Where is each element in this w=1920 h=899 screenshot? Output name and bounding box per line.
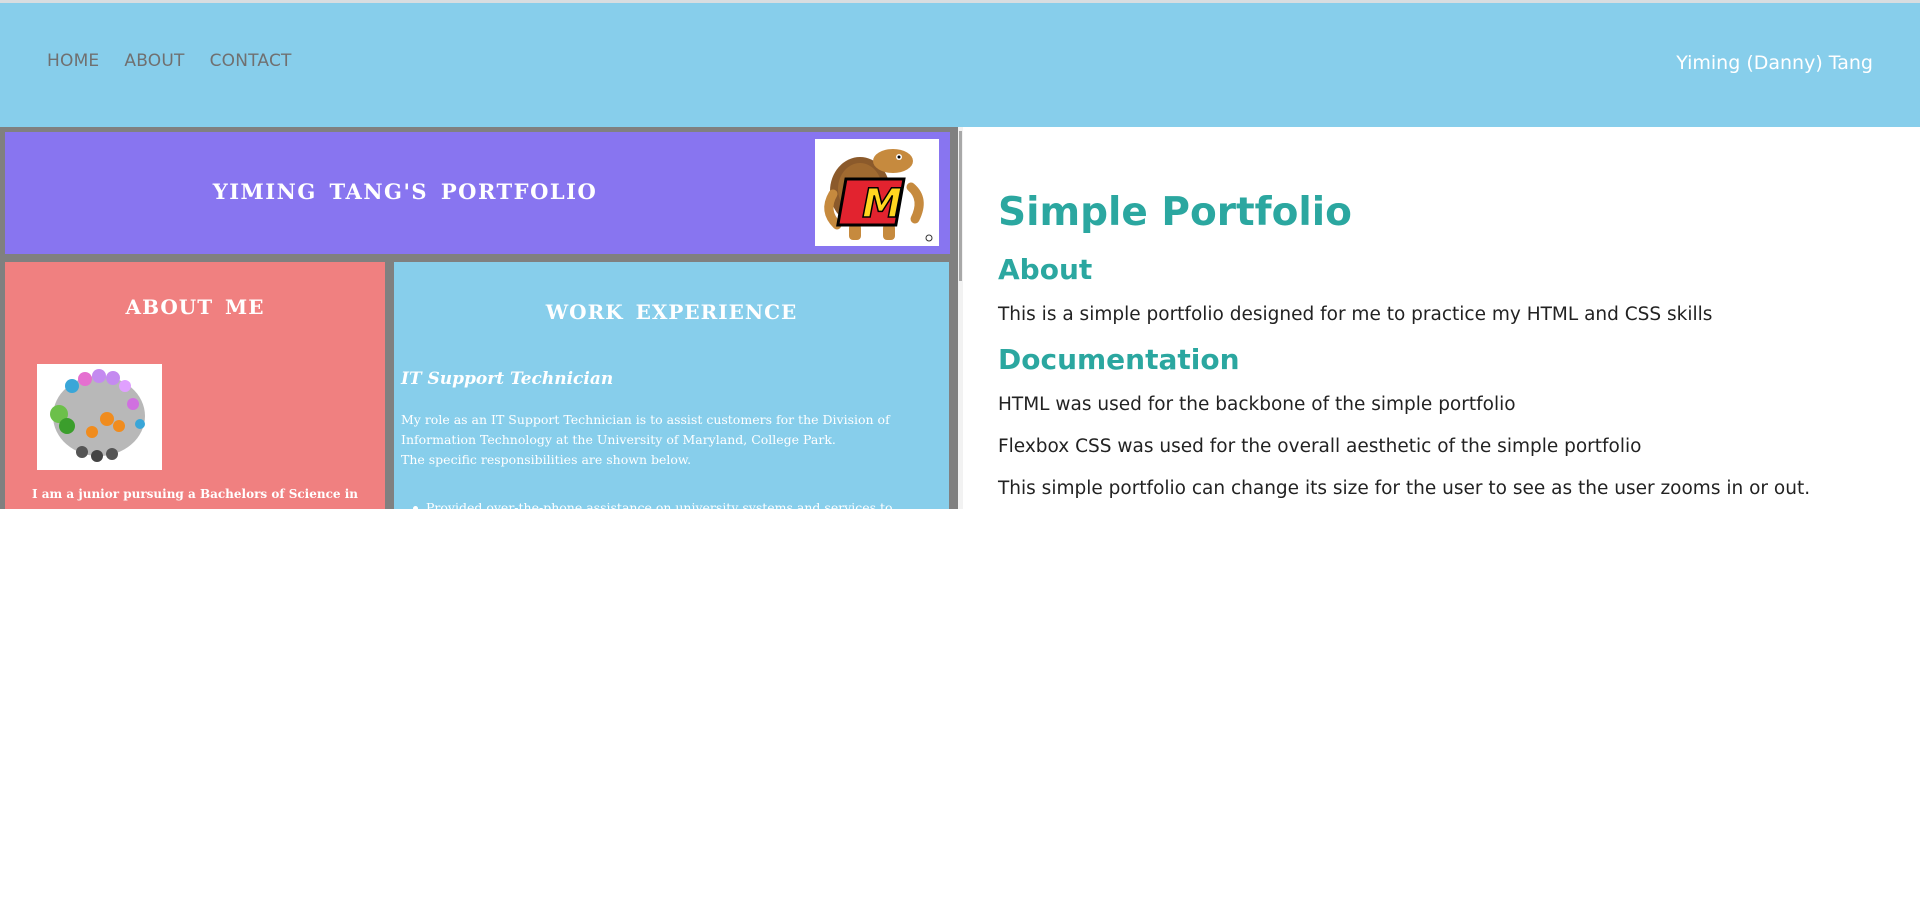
nav-contact-link[interactable]: CONTACT <box>210 51 292 71</box>
work-line: The specific responsibilities are shown … <box>401 452 692 467</box>
logo-letter: M <box>862 181 902 227</box>
site-brand[interactable]: Yiming (Danny) Tang <box>1676 52 1873 74</box>
preview-about-text: I am a junior pursuing a Bachelors of Sc… <box>31 487 358 501</box>
work-line: My role as an IT Support Technician is t… <box>401 412 890 427</box>
preview-work-title: WORK EXPERIENCE <box>545 300 798 324</box>
navbar: HOME ABOUT CONTACT Yiming (Danny) Tang <box>0 3 1920 127</box>
preview-scrollbar-thumb[interactable] <box>959 131 962 281</box>
preview-work-bullet: Provided over-the-phone assistance on un… <box>413 500 926 509</box>
preview-work-panel: WORK EXPERIENCE IT Support Technician My… <box>394 262 949 509</box>
page-title: Simple Portfolio <box>998 190 1352 235</box>
terrapin-logo: M <box>815 139 939 246</box>
preview-title: YIMING TANG'S PORTFOLIO <box>212 179 598 204</box>
nav-about-link[interactable]: ABOUT <box>124 51 184 71</box>
preview-work-description: My role as an IT Support Technician is t… <box>401 410 936 470</box>
preview-scrollbar[interactable] <box>958 127 963 509</box>
about-text: This is a simple portfolio designed for … <box>998 304 1713 325</box>
documentation-item: This simple portfolio can change its siz… <box>998 478 1811 499</box>
portfolio-preview: YIMING TANG'S PORTFOLIO M ABOUT ME I am … <box>0 127 958 509</box>
preview-about-panel: ABOUT ME I am a junior pursuing a Bachel… <box>5 262 385 509</box>
documentation-item: Flexbox CSS was used for the overall aes… <box>998 436 1642 457</box>
nav-home-link[interactable]: HOME <box>47 51 99 71</box>
documentation-item: HTML was used for the backbone of the si… <box>998 394 1516 415</box>
preview-job-title: IT Support Technician <box>401 369 614 389</box>
work-line: Information Technology at the University… <box>401 432 836 447</box>
preview-about-title: ABOUT ME <box>125 295 265 319</box>
brain-image <box>37 364 162 470</box>
about-heading: About <box>998 253 1093 286</box>
preview-header: YIMING TANG'S PORTFOLIO M <box>5 132 950 254</box>
nav-links: HOME ABOUT CONTACT <box>47 51 292 71</box>
documentation-heading: Documentation <box>998 343 1240 376</box>
main-content: Simple Portfolio About This is a simple … <box>998 190 1878 499</box>
